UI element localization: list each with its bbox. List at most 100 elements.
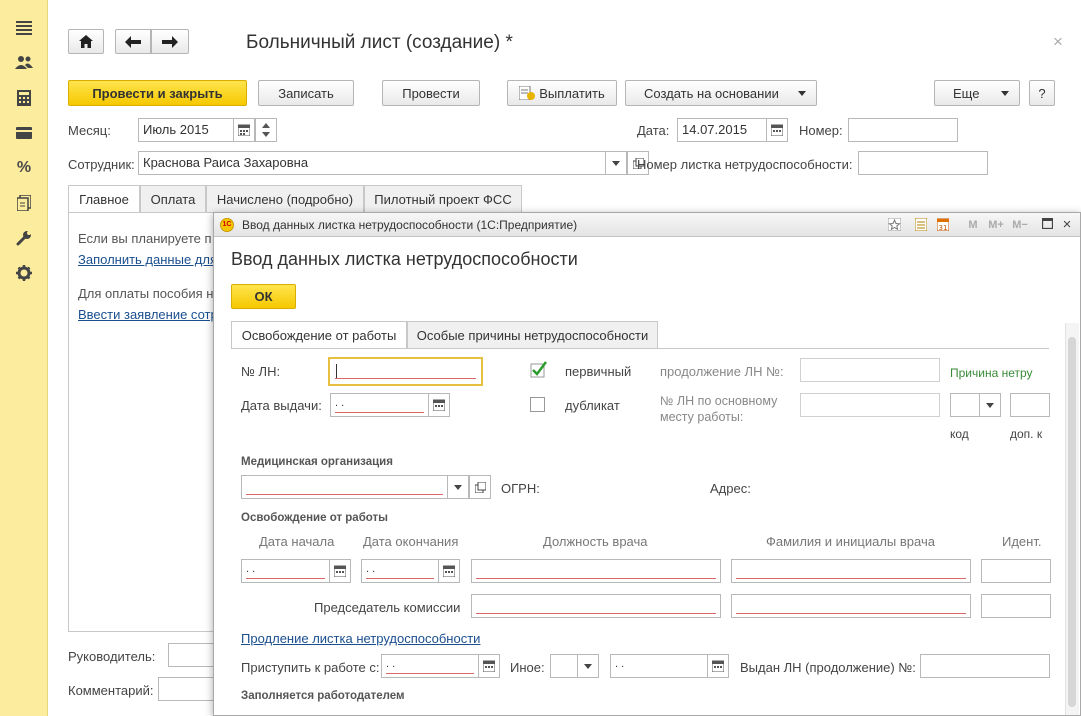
wrench-icon[interactable] [14, 228, 34, 248]
other-code-input[interactable] [550, 654, 578, 678]
start-date-calendar-button[interactable] [329, 559, 351, 583]
fill-data-link[interactable]: Заполнить данные для [78, 252, 217, 267]
menu-icon[interactable] [14, 18, 34, 38]
duplicate-checkbox[interactable] [530, 397, 545, 412]
tab-payment[interactable]: Оплата [140, 185, 206, 213]
comment-label: Комментарий: [68, 683, 154, 698]
continuation-input[interactable] [800, 358, 940, 382]
documents-icon[interactable] [14, 193, 34, 213]
more-label: Еще [953, 85, 980, 101]
maximize-icon[interactable] [1040, 217, 1054, 232]
doctor-ident-input[interactable] [981, 559, 1051, 583]
med-org-section-title: Медицинская организация [241, 456, 393, 468]
calendar-icon[interactable]: 31 [936, 218, 950, 232]
calendar-icon [483, 660, 495, 672]
post-and-close-button[interactable]: Провести и закрыть [68, 80, 247, 106]
add-code-input[interactable] [1010, 393, 1050, 417]
end-date-calendar-button[interactable] [438, 559, 460, 583]
chevron-down-icon [454, 484, 462, 490]
star-icon[interactable] [887, 217, 901, 232]
duplicate-label: дубликат [565, 398, 620, 413]
ogrn-label: ОГРН: [501, 481, 540, 496]
main-place-input[interactable] [800, 393, 940, 417]
med-org-input[interactable] [241, 475, 448, 499]
primary-checkbox[interactable] [530, 361, 548, 379]
other-code-dropdown[interactable] [577, 654, 599, 678]
start-date-input[interactable]: . . [241, 559, 330, 583]
month-input[interactable]: Июль 2015 [138, 118, 234, 142]
enter-application-link[interactable]: Ввести заявление сотр [78, 307, 218, 322]
employee-label: Сотрудник: [68, 157, 135, 172]
help-button[interactable]: ? [1029, 80, 1055, 106]
main-place-label: № ЛН по основному месту работы: [660, 394, 778, 424]
gear-icon[interactable] [14, 263, 34, 283]
m-minus-icon[interactable]: M− [1010, 218, 1030, 232]
list-icon[interactable] [914, 217, 928, 232]
doctor-name-input[interactable] [731, 559, 971, 583]
save-button[interactable]: Записать [258, 80, 354, 106]
date-calendar-button[interactable] [766, 118, 788, 142]
end-date-input[interactable]: . . [361, 559, 439, 583]
other-date-calendar-button[interactable] [707, 654, 729, 678]
month-spinner[interactable] [255, 118, 277, 142]
month-calendar-button[interactable] [233, 118, 255, 142]
doctor-position-input[interactable] [471, 559, 721, 583]
return-date-calendar-button[interactable] [478, 654, 500, 678]
tab-accrued-details[interactable]: Начислено (подробно) [206, 185, 364, 213]
more-button[interactable]: Еще [934, 80, 1020, 106]
ln-number-input[interactable] [328, 357, 483, 386]
issue-date-calendar-button[interactable] [428, 393, 450, 417]
employee-dropdown-button[interactable] [605, 151, 627, 175]
calendar-icon [238, 124, 250, 136]
home-button[interactable] [68, 29, 104, 54]
med-org-open-button[interactable] [469, 475, 491, 499]
sick-number-input[interactable] [858, 151, 988, 175]
open-icon [474, 481, 486, 493]
chairman-position-input[interactable] [471, 594, 721, 618]
dialog-tab-special-reasons[interactable]: Особые причины нетрудоспособности [407, 321, 658, 349]
users-icon[interactable] [14, 52, 34, 72]
chairman-name-input[interactable] [731, 594, 971, 618]
reason-label: Причина нетру [950, 366, 1033, 380]
ok-button[interactable]: ОК [231, 284, 296, 309]
other-label: Иное: [510, 660, 545, 675]
reason-code-input[interactable] [950, 393, 980, 417]
number-input[interactable] [848, 118, 958, 142]
employee-input[interactable]: Краснова Раиса Захаровна [138, 151, 606, 175]
tab-fss-pilot[interactable]: Пилотный проект ФСС [364, 185, 522, 213]
svg-text:31: 31 [939, 224, 948, 231]
col-ident: Идент. [1002, 534, 1042, 549]
post-button[interactable]: Провести [382, 80, 480, 106]
release-section-title: Освобождение от работы [241, 512, 388, 524]
extension-link[interactable]: Продление листка нетрудоспособности [241, 631, 480, 646]
dialog-tab-release[interactable]: Освобождение от работы [231, 321, 407, 349]
issue-date-underline [335, 412, 424, 413]
reason-code-dropdown[interactable] [979, 393, 1001, 417]
issue-date-input[interactable]: . . [330, 393, 429, 417]
forward-button[interactable] [151, 29, 189, 54]
m-icon[interactable]: M [966, 218, 980, 232]
tab-main[interactable]: Главное [68, 185, 140, 213]
calculator-icon[interactable] [14, 88, 34, 108]
create-based-on-button[interactable]: Создать на основании [625, 80, 817, 106]
manager-label: Руководитель: [68, 649, 156, 664]
app-logo-icon: 1C [220, 218, 234, 232]
other-date-input[interactable]: . . [610, 654, 708, 678]
primary-label: первичный [565, 364, 632, 379]
dialog-scrollbar[interactable] [1065, 323, 1079, 715]
med-org-dropdown[interactable] [447, 475, 469, 499]
date-input[interactable]: 14.07.2015 [677, 118, 767, 142]
window-close-icon[interactable]: × [1053, 32, 1063, 52]
return-date-input[interactable]: . . [381, 654, 479, 678]
ln-number-label: № ЛН: [241, 364, 281, 379]
issued-continuation-input[interactable] [920, 654, 1050, 678]
percent-icon[interactable]: % [14, 158, 34, 178]
card-icon[interactable] [14, 123, 34, 143]
chairman-ident-input[interactable] [981, 594, 1051, 618]
back-button[interactable] [115, 29, 151, 54]
close-icon[interactable]: × [1060, 217, 1074, 232]
pay-button[interactable]: Выплатить [507, 80, 617, 106]
m-plus-icon[interactable]: M+ [986, 218, 1006, 232]
dialog-scrollbar-thumb[interactable] [1068, 337, 1076, 707]
pay-document-icon [519, 86, 536, 100]
